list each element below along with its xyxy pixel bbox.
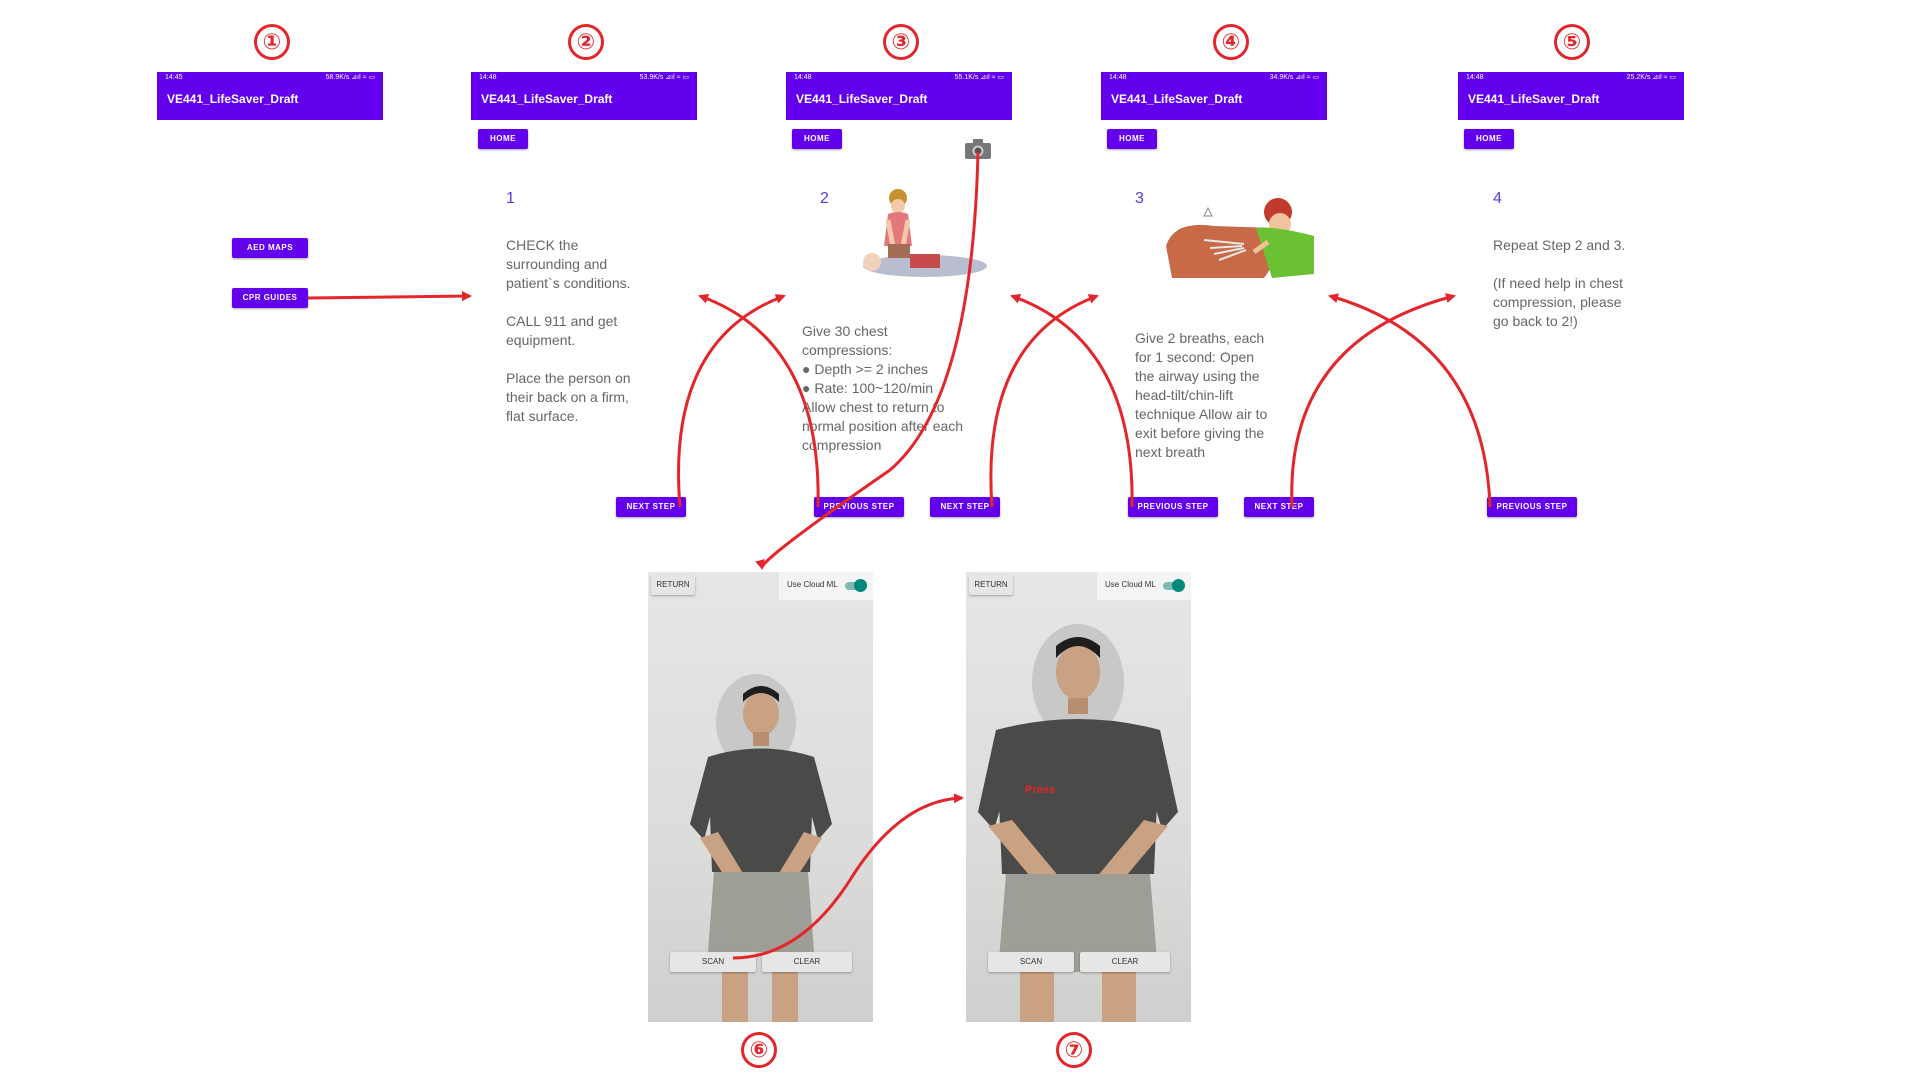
- arrow-step2-prev: [698, 294, 820, 508]
- badge-3: ③: [883, 24, 919, 60]
- next-step-button[interactable]: NEXT STEP: [930, 497, 1000, 517]
- app-bar-screen-4: 14:48 34.9K/s ⊿ıl ≈ ▭ VE441_LifeSaver_Dra…: [1101, 72, 1327, 120]
- status-time: 14:48: [479, 74, 497, 81]
- cpr-compression-illustration: [850, 186, 990, 292]
- toggle-knob-icon: [854, 579, 867, 592]
- status-bar: 14:48 25.2K/s ⊿ıl ≈ ▭: [1458, 72, 1684, 84]
- step-instructions: Give 2 breaths, each for 1 second: Open …: [1135, 330, 1268, 460]
- aed-maps-button[interactable]: AED MAPS: [232, 238, 308, 258]
- arrow-step3-prev: [1010, 293, 1134, 508]
- return-button[interactable]: RETURN: [651, 575, 695, 595]
- camera-screen-7: RETURN Use Cloud ML Press SCAN CLEAR: [966, 572, 1191, 1022]
- cloud-ml-toggle-container: Use Cloud ML: [779, 572, 873, 600]
- badge-2: ②: [568, 24, 604, 60]
- step-instructions: Repeat Step 2 and 3. (If need help in ch…: [1493, 237, 1626, 329]
- cloud-ml-toggle-container: Use Cloud ML: [1097, 572, 1191, 600]
- status-time: 14:45: [165, 74, 183, 81]
- step-instructions: CHECK the surrounding and patient`s cond…: [506, 237, 631, 424]
- scan-button[interactable]: SCAN: [988, 952, 1074, 972]
- step-number: 1: [506, 190, 515, 207]
- camera-icon[interactable]: [964, 138, 992, 160]
- app-bar-screen-2: 14:48 53.9K/s ⊿ıl ≈ ▭ VE441_LifeSaver_Dra…: [471, 72, 697, 120]
- app-title: VE441_LifeSaver_Draft: [167, 92, 299, 106]
- arrow-step2-next: [989, 294, 1099, 508]
- status-indicators: 25.2K/s ⊿ıl ≈ ▭: [1626, 74, 1676, 81]
- arrow-step4-prev: [1328, 293, 1492, 508]
- status-bar: 14:48 53.9K/s ⊿ıl ≈ ▭: [471, 72, 697, 84]
- badge-5: ⑤: [1554, 24, 1590, 60]
- toggle-knob-icon: [1172, 579, 1185, 592]
- badge-6: ⑥: [741, 1032, 777, 1068]
- home-button[interactable]: HOME: [1464, 129, 1514, 149]
- badge-7: ⑦: [1056, 1032, 1092, 1068]
- next-step-button[interactable]: NEXT STEP: [616, 497, 686, 517]
- previous-step-button[interactable]: PREVIOUS STEP: [1487, 497, 1577, 517]
- arrow-cpr-to-step1: [307, 291, 472, 302]
- home-button[interactable]: HOME: [1107, 129, 1157, 149]
- arrow-step3-next: [1290, 293, 1456, 508]
- cpr-guides-button[interactable]: CPR GUIDES: [232, 288, 308, 308]
- previous-step-button[interactable]: PREVIOUS STEP: [814, 497, 904, 517]
- step-number: 4: [1493, 190, 1502, 207]
- cloud-ml-label: Use Cloud ML: [1105, 580, 1156, 589]
- next-step-button[interactable]: NEXT STEP: [1244, 497, 1314, 517]
- status-bar: 14:48 34.9K/s ⊿ıl ≈ ▭: [1101, 72, 1327, 84]
- status-time: 14:48: [1466, 74, 1484, 81]
- clear-button[interactable]: CLEAR: [1080, 952, 1170, 972]
- camera-screen-6: RETURN Use Cloud ML SCAN CLEAR: [648, 572, 873, 1022]
- flow-arrows: [307, 151, 1492, 960]
- status-bar: 14:48 55.1K/s ⊿ıl ≈ ▭: [786, 72, 1012, 84]
- badge-4: ④: [1213, 24, 1249, 60]
- cloud-ml-label: Use Cloud ML: [787, 580, 838, 589]
- badge-1: ①: [254, 24, 290, 60]
- app-bar-screen-5: 14:48 25.2K/s ⊿ıl ≈ ▭ VE441_LifeSaver_Dra…: [1458, 72, 1684, 120]
- previous-step-button[interactable]: PREVIOUS STEP: [1128, 497, 1218, 517]
- step-instructions: Give 30 chest compressions: ● Depth >= 2…: [802, 323, 964, 453]
- app-bar-screen-3: 14:48 55.1K/s ⊿ıl ≈ ▭ VE441_LifeSaver_Dra…: [786, 72, 1012, 120]
- app-title: VE441_LifeSaver_Draft: [796, 92, 928, 106]
- status-indicators: 53.9K/s ⊿ıl ≈ ▭: [639, 74, 689, 81]
- app-title: VE441_LifeSaver_Draft: [1468, 92, 1600, 106]
- status-time: 14:48: [1109, 74, 1127, 81]
- clear-button[interactable]: CLEAR: [762, 952, 852, 972]
- scan-button[interactable]: SCAN: [670, 952, 756, 972]
- status-time: 14:48: [794, 74, 812, 81]
- app-bar-screen-1: 14:45 58.9K/s ⊿ıl ≈ ▭ VE441_LifeSaver_Dra…: [157, 72, 383, 120]
- home-button[interactable]: HOME: [478, 129, 528, 149]
- step-number: 2: [820, 190, 829, 207]
- press-indicator: Press: [1025, 784, 1055, 796]
- app-title: VE441_LifeSaver_Draft: [1111, 92, 1243, 106]
- home-button[interactable]: HOME: [792, 129, 842, 149]
- status-indicators: 34.9K/s ⊿ıl ≈ ▭: [1269, 74, 1319, 81]
- arrow-step1-next: [677, 294, 786, 508]
- step-number: 3: [1135, 190, 1144, 207]
- rescue-breath-illustration: [1164, 186, 1319, 288]
- status-indicators: 58.9K/s ⊿ıl ≈ ▭: [325, 74, 375, 81]
- status-indicators: 55.1K/s ⊿ıl ≈ ▭: [954, 74, 1004, 81]
- app-title: VE441_LifeSaver_Draft: [481, 92, 613, 106]
- status-bar: 14:45 58.9K/s ⊿ıl ≈ ▭: [157, 72, 383, 84]
- return-button[interactable]: RETURN: [969, 575, 1013, 595]
